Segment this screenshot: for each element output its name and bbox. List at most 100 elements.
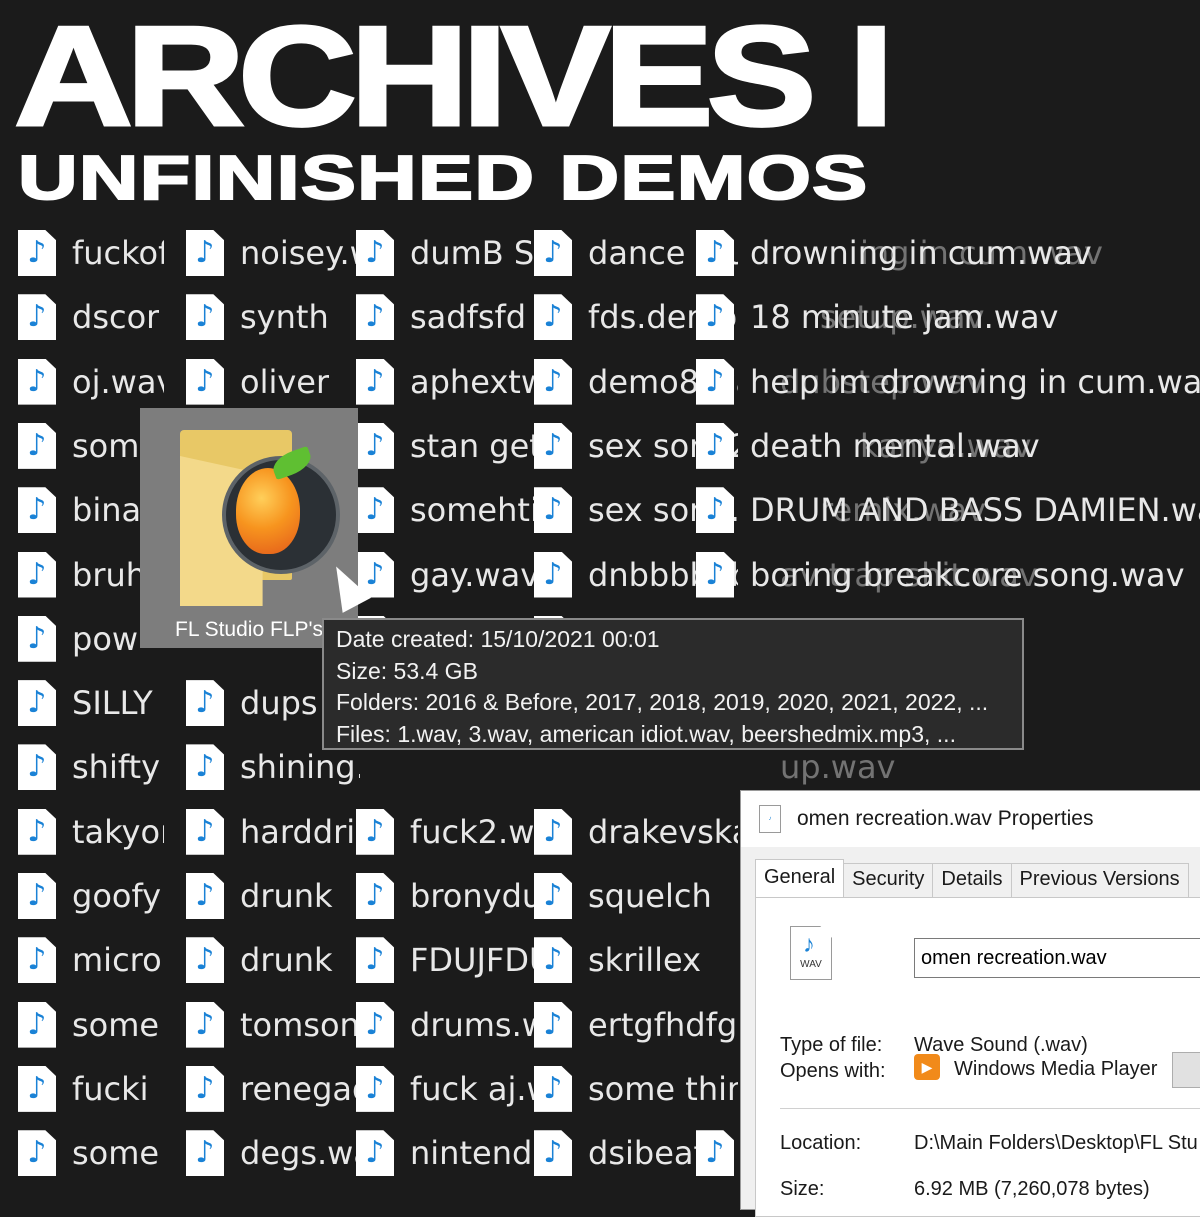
file-item[interactable]: ♪ stan getting [356,421,540,471]
wav-icon-caption: WAV [800,959,822,970]
file-name: goofy [72,877,162,915]
audio-file-icon: ♪ [534,937,572,984]
audio-file-icon: ♪ [186,680,224,727]
music-note-icon: ♪ [543,492,563,528]
file-name: oliver [240,362,330,401]
file-item[interactable]: ♪ dsibeat [534,1128,706,1178]
file-item[interactable]: ♪ aphextwin [356,357,540,407]
audio-file-icon: ♪ [18,873,56,919]
file-name: aphextwin [410,362,540,401]
music-note-icon: ♪ [543,427,563,463]
file-item[interactable]: ♪ some thing [534,1064,738,1114]
file-item[interactable]: ♪ DRUM AND BASS DAMIEN.wav [696,485,1200,535]
file-item[interactable]: ♪ drunk [186,935,333,985]
file-item[interactable]: ♪ nintendo [356,1128,540,1178]
file-item[interactable]: ♪ somehting [356,485,540,535]
file-item[interactable]: ♪ oliver [186,357,329,407]
file-item[interactable]: ♪ synth [186,292,329,342]
file-name: help im drowning in cum.wav [750,362,1200,401]
file-item[interactable]: ♪ tomson [186,1000,360,1050]
file-item[interactable]: ♪ fuck aj.wav [356,1064,540,1114]
file-name: 18 minute jam.wav [750,298,1059,337]
audio-file-icon: ♪ [534,294,572,341]
audio-file-icon: ♪ [186,1001,224,1048]
music-note-icon: ♪ [27,1070,47,1106]
file-item[interactable]: ♪ micro [18,935,162,985]
change-button[interactable] [1172,1052,1200,1088]
file-item[interactable]: ♪ some [18,1000,159,1050]
file-item[interactable]: ♪ harddrive [186,807,360,857]
audio-file-icon: ♪ [696,358,734,405]
file-item[interactable]: ♪ dups [186,678,318,728]
audio-file-icon: ♪ [534,358,572,405]
file-item[interactable]: ♪ drums.wav [356,1000,540,1050]
file-item[interactable]: ♪ renegade [186,1064,360,1114]
audio-file-icon: ♪ [186,873,224,919]
file-item[interactable]: ♪ fuckoff!! [18,228,164,278]
audio-file-icon: ♪ [696,551,734,598]
file-item[interactable]: ♪ squelch [534,871,712,921]
tab-details[interactable]: Details [932,863,1012,898]
file-item[interactable]: ♪ ertgfhdfgh [534,1000,738,1050]
file-item[interactable]: ♪ boring breakcore song.wav [696,550,1185,600]
file-item[interactable]: ♪ bronydubstep [356,871,540,921]
audio-file-icon: ♪ [186,230,224,276]
audio-file-icon: ♪ [356,1065,394,1112]
file-name-input[interactable] [914,938,1200,978]
music-note-icon: ♪ [543,299,563,335]
music-note-icon: ♪ [27,492,47,528]
file-item[interactable]: ♪ noisey.wav [186,228,360,278]
file-item[interactable]: ♪ fucki [18,1064,149,1114]
music-note-icon: ♪ [705,427,725,463]
audio-file-icon: ♪ [534,873,572,919]
file-name: skrillex [588,941,702,980]
file-name: ertgfhdfgh [588,1005,738,1044]
tab-previous-versions[interactable]: Previous Versions [1010,863,1189,898]
file-item[interactable]: ♪ sadfsfd [356,292,526,342]
music-note-icon: ♪ [705,1135,725,1171]
music-note-icon: ♪ [365,235,385,270]
file-item[interactable]: ♪ some [18,421,159,471]
location-value: D:\Main Folders\Desktop\FL Stu [914,1132,1198,1154]
file-item[interactable]: ♪ SILLY SHIT [18,678,164,728]
file-item[interactable]: ♪ goofy [18,871,161,921]
music-note-icon: ♪ [27,878,47,913]
fl-studio-folder[interactable]: FL Studio FLP's [140,408,358,648]
file-item[interactable]: ♪ 18 minute jam.wav [696,292,1058,342]
file-item[interactable]: ♪ shifty [18,742,160,792]
file-name: fuck aj.wav [410,1069,540,1108]
file-item[interactable]: ♪ dscor [18,292,159,342]
audio-file-icon: ♪ [186,937,224,984]
wav-file-icon: ♪ [759,805,781,833]
file-item[interactable]: ♪ skrillex [534,935,701,985]
file-item[interactable]: ♪ takyon [18,807,164,857]
file-item[interactable]: ♪ FDUJFDU [356,935,540,985]
file-item[interactable]: ♪ degs.wav [186,1128,360,1178]
audio-file-icon: ♪ [18,680,56,727]
file-item[interactable]: ♪ dumB SHT [356,228,540,278]
file-item[interactable]: ♪ pow [18,614,138,664]
file-name: fucki [72,1069,149,1108]
audio-file-icon: ♪ [356,358,394,405]
file-item[interactable]: ♪ bruh [18,550,146,600]
dialog-titlebar[interactable]: ♪ omen recreation.wav Properties [741,791,1200,847]
music-note-icon: ♪ [365,492,385,528]
opens-with-value: Windows Media Player [954,1058,1158,1080]
file-item[interactable]: ♪ help im drowning in cum.wav [696,357,1200,407]
file-item[interactable]: ♪ fuck2.wav [356,807,540,857]
file-item[interactable]: ♪ oj.wav [18,357,164,407]
tab-security[interactable]: Security [843,863,934,898]
file-item[interactable]: ♪ death mental.wav [696,421,1040,471]
file-name: squelch [588,877,712,915]
file-item[interactable]: ♪ gay.wav [356,550,539,600]
file-name: tomson [240,1005,360,1044]
music-note-icon: ♪ [27,427,47,463]
file-item[interactable]: ♪ some [18,1128,159,1178]
file-name: boring breakcore song.wav [750,555,1185,594]
file-item[interactable]: ♪ drunk [186,871,333,921]
tab-general[interactable]: General [755,859,845,900]
file-name: drunk [240,877,333,915]
file-item[interactable]: ♪ drakevskar [534,807,738,857]
file-item[interactable]: ♪ drowning in cum.wav [696,228,1092,278]
file-name: drowning in cum.wav [750,234,1092,272]
